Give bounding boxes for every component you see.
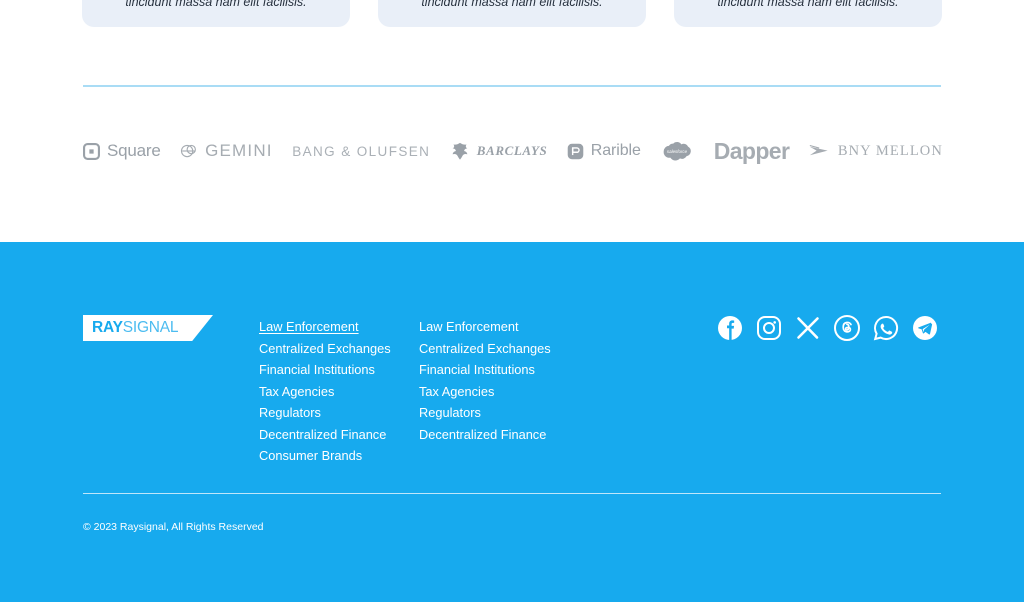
- client-logo-label: Dapper: [714, 138, 790, 165]
- testimonial-text: tincidunt massa nam elit facilisis.: [125, 0, 306, 9]
- footer-link-law-enforcement-2[interactable]: Law Enforcement: [419, 316, 579, 337]
- testimonial-card: tincidunt massa nam elit facilisis.: [674, 0, 942, 27]
- footer-link-tax-agencies[interactable]: Tax Agencies: [259, 381, 419, 402]
- square-logo-icon: [83, 143, 100, 160]
- bny-mellon-arrow-icon: [809, 143, 831, 159]
- client-logo-label: Square: [107, 141, 161, 161]
- footer-link-regulators[interactable]: Regulators: [259, 402, 419, 423]
- brand-wordmark: RAYSIGNAL: [83, 319, 178, 337]
- footer-nav-column-1: Law Enforcement Centralized Exchanges Fi…: [259, 316, 419, 467]
- testimonial-card: tincidunt massa nam elit facilisis.: [378, 0, 646, 27]
- footer-logo[interactable]: RAYSIGNAL: [83, 315, 213, 341]
- threads-icon[interactable]: [833, 314, 861, 342]
- client-logo-bang-olufsen: BANG & OLUFSEN: [292, 144, 430, 159]
- gemini-logo-icon: [180, 142, 198, 160]
- footer-link-financial-institutions-2[interactable]: Financial Institutions: [419, 359, 579, 380]
- footer-divider: [83, 493, 941, 494]
- testimonial-card: tincidunt massa nam elit facilisis.: [82, 0, 350, 27]
- client-logo-label: BANG & OLUFSEN: [292, 144, 430, 159]
- client-logo-square: Square: [83, 141, 161, 161]
- whatsapp-icon[interactable]: [872, 314, 900, 342]
- x-twitter-icon[interactable]: [794, 314, 822, 342]
- footer-link-centralized-exchanges[interactable]: Centralized Exchanges: [259, 338, 419, 359]
- footer-nav-column-2: Law Enforcement Centralized Exchanges Fi…: [419, 316, 579, 467]
- instagram-icon[interactable]: [755, 314, 783, 342]
- client-logo-salesforce: salesforce: [660, 139, 694, 163]
- footer-link-financial-institutions[interactable]: Financial Institutions: [259, 359, 419, 380]
- client-logo-label: Rarible: [591, 142, 641, 160]
- footer-link-law-enforcement[interactable]: Law Enforcement: [259, 316, 419, 337]
- footer-nav: Law Enforcement Centralized Exchanges Fi…: [259, 316, 579, 467]
- page-root: tincidunt massa nam elit facilisis. tinc…: [0, 0, 1024, 602]
- social-links: [716, 314, 939, 342]
- client-logo-bny-mellon: BNY MELLON: [809, 143, 943, 160]
- svg-text:salesforce: salesforce: [667, 149, 688, 154]
- telegram-icon[interactable]: [911, 314, 939, 342]
- footer-link-tax-agencies-2[interactable]: Tax Agencies: [419, 381, 579, 402]
- brand-flag-shape: RAYSIGNAL: [83, 315, 213, 341]
- client-logo-dapper: Dapper: [714, 138, 790, 165]
- client-logo-label: BNY MELLON: [838, 143, 943, 160]
- footer-link-decentralized-finance-2[interactable]: Decentralized Finance: [419, 424, 579, 445]
- footer-link-decentralized-finance[interactable]: Decentralized Finance: [259, 424, 419, 445]
- client-logo-strip: Square GEMINI BANG & OLUFSEN BARCLAYS: [83, 132, 943, 170]
- testimonial-card-row: tincidunt massa nam elit facilisis. tinc…: [0, 0, 1024, 27]
- client-logo-label: BARCLAYS: [477, 143, 548, 159]
- brand-ray-text: RAY: [92, 319, 123, 336]
- footer-link-centralized-exchanges-2[interactable]: Centralized Exchanges: [419, 338, 579, 359]
- section-divider-top: [83, 85, 941, 87]
- footer-link-consumer-brands[interactable]: Consumer Brands: [259, 445, 419, 466]
- brand-signal-text: SIGNAL: [123, 319, 179, 336]
- client-logo-gemini: GEMINI: [180, 141, 273, 161]
- client-logo-rarible: Rarible: [567, 142, 641, 160]
- testimonial-text: tincidunt massa nam elit facilisis.: [421, 0, 602, 9]
- rarible-logo-icon: [567, 143, 584, 160]
- footer-link-regulators-2[interactable]: Regulators: [419, 402, 579, 423]
- client-logo-label: GEMINI: [205, 141, 273, 161]
- copyright-text: © 2023 Raysignal, All Rights Reserved: [83, 521, 264, 533]
- testimonial-text: tincidunt massa nam elit facilisis.: [717, 0, 898, 9]
- client-logo-barclays: BARCLAYS: [450, 142, 548, 160]
- barclays-eagle-icon: [450, 142, 470, 160]
- facebook-icon[interactable]: [716, 314, 744, 342]
- salesforce-cloud-icon: salesforce: [660, 139, 694, 163]
